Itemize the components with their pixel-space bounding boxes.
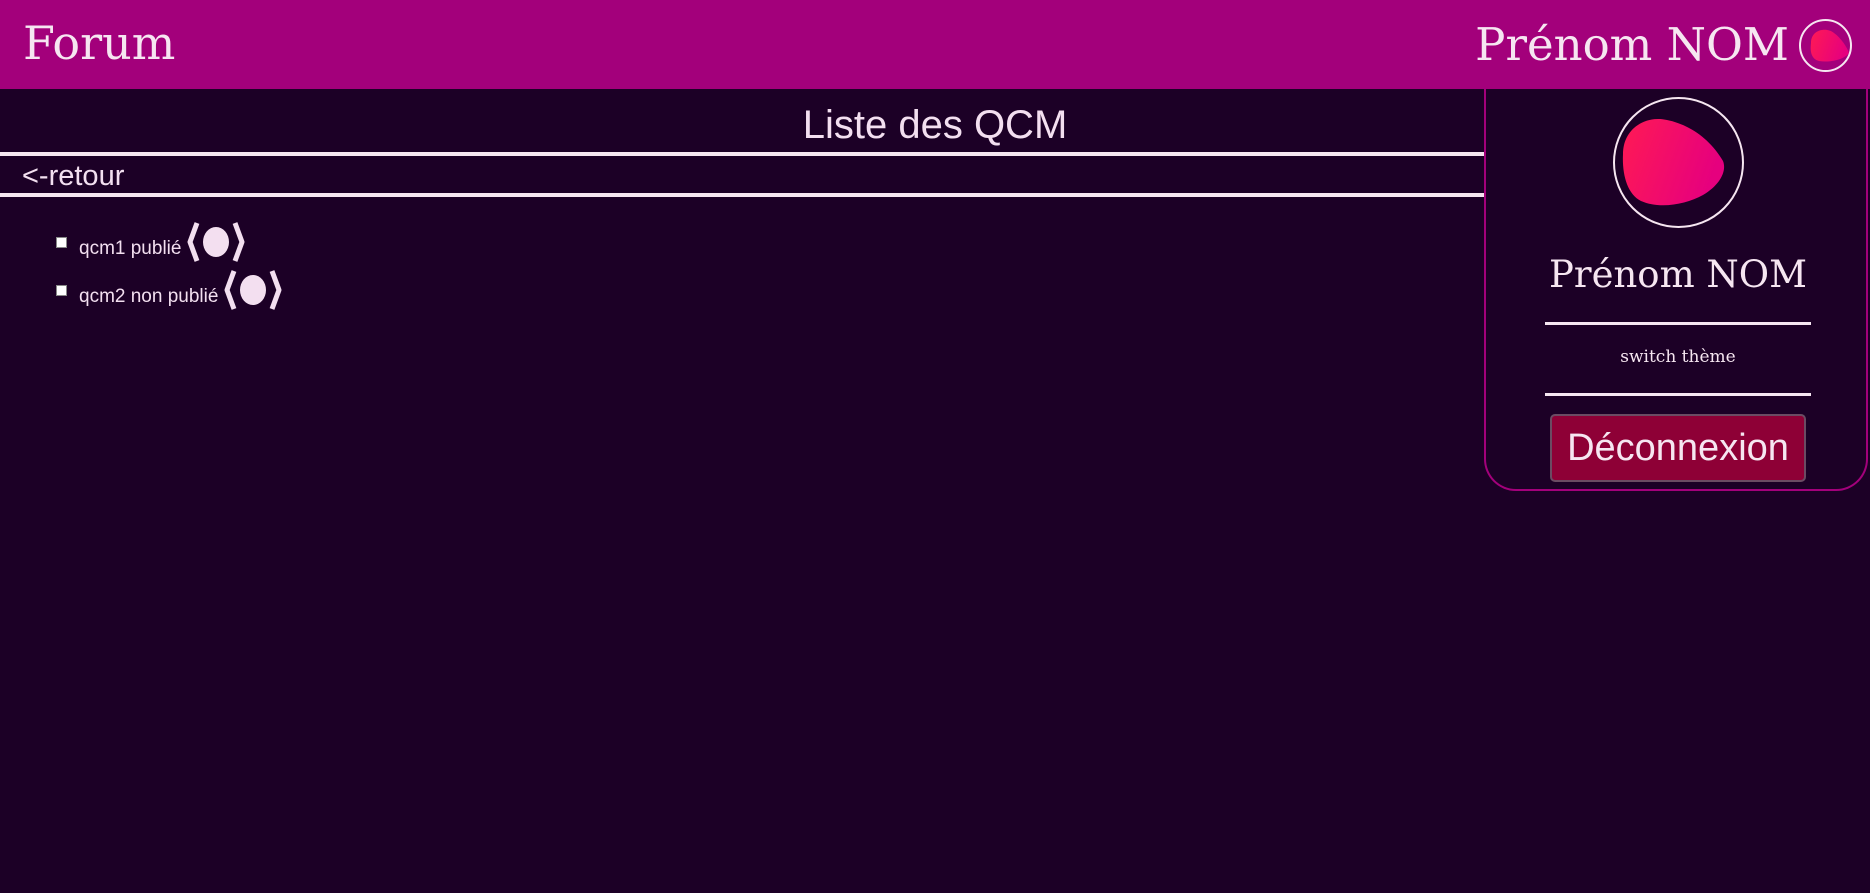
header-username: Prénom NOM <box>1475 18 1789 71</box>
qcm-checkbox[interactable] <box>56 284 67 296</box>
user-name: Prénom NOM <box>1548 253 1808 296</box>
list-item: qcm2 non publié <box>56 266 282 314</box>
qcm-list: qcm1 publié qcm2 non publié <box>56 218 282 314</box>
user-dropdown-panel: Prénom NOM switch thème Déconnexion <box>1484 89 1868 491</box>
user-menu-toggle[interactable]: Prénom NOM <box>1475 14 1852 76</box>
logout-button[interactable]: Déconnexion <box>1550 414 1806 482</box>
avatar <box>1613 97 1744 228</box>
forum-logo-link[interactable]: Forum <box>23 13 175 73</box>
qcm-checkbox[interactable] <box>56 236 67 248</box>
list-item: qcm1 publié <box>56 218 282 266</box>
divider <box>0 152 1484 156</box>
preview-icon[interactable] <box>224 265 282 315</box>
avatar-icon <box>1799 18 1852 72</box>
back-link[interactable]: <-retour <box>22 158 124 194</box>
divider <box>0 193 1484 197</box>
divider <box>1545 322 1811 325</box>
qcm-label: qcm2 non publié <box>79 286 219 307</box>
top-bar: Forum Prénom NOM <box>0 0 1870 89</box>
qcm-label: qcm1 publié <box>79 238 182 259</box>
switch-theme-button[interactable]: switch thème <box>1486 342 1870 372</box>
divider <box>1545 393 1811 396</box>
preview-icon[interactable] <box>187 217 245 267</box>
